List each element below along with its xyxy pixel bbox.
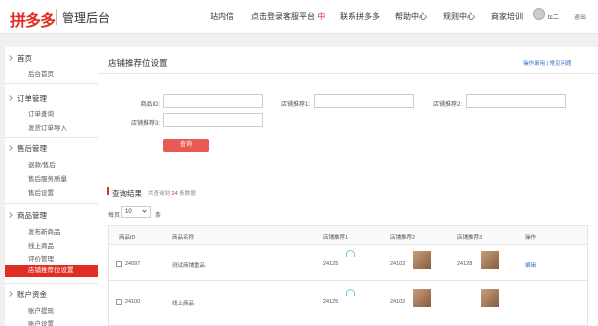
nav-training[interactable]: 商家培训: [491, 11, 523, 22]
row-goods-name: 线上商品: [172, 301, 195, 307]
signal-icon: [346, 250, 355, 257]
table-header: 商品ID 商品名称 店铺推荐1 店铺推荐2 店铺推荐3 操作: [108, 225, 588, 245]
sidebar-item-recommend-settings[interactable]: 店铺推荐位设置: [5, 265, 99, 277]
col-goods-name: 商品名称: [172, 235, 195, 241]
row-goods-id: 24097: [125, 261, 141, 267]
row-checkbox[interactable]: [116, 261, 122, 267]
sidebar-item-service-quality[interactable]: 售后服务质量: [28, 173, 67, 183]
sidebar-section-orders[interactable]: 订单管理: [17, 93, 47, 104]
sidebar-section-funds[interactable]: 账户资金: [17, 289, 47, 300]
sidebar-item-refunds[interactable]: 退款/售后: [28, 159, 56, 169]
product-thumbnail: [481, 251, 499, 269]
product-thumbnail: [413, 289, 431, 307]
sidebar-item-dashboard[interactable]: 后台首页: [28, 68, 54, 78]
rec3-input[interactable]: [163, 113, 263, 127]
chevron-right-icon: [7, 291, 13, 297]
query-button[interactable]: 查询: [163, 139, 209, 152]
logout-link[interactable]: 退出: [574, 12, 586, 21]
col-rec1: 店铺推荐1: [323, 235, 349, 241]
chevron-right-icon: [7, 212, 13, 218]
row-rec1: 24125: [323, 261, 339, 267]
logo-divider: [56, 9, 57, 25]
row-rec1: 24125: [323, 299, 339, 305]
results-count: 共查询到 24 条数据: [148, 189, 196, 197]
divider: [5, 137, 99, 138]
sidebar-item-order-query[interactable]: 订单查询: [28, 108, 54, 118]
nav-messages[interactable]: 站内信: [210, 11, 234, 22]
goods-id-input[interactable]: [163, 94, 263, 108]
rec3-label: 店铺推荐3:: [130, 121, 160, 127]
sidebar-item-withdraw[interactable]: 账户提现: [28, 305, 54, 315]
nav-help[interactable]: 帮助中心: [395, 11, 427, 22]
nav-customer-service-label: 点击登录客服平台: [251, 12, 315, 21]
row-goods-id: 24100: [125, 299, 141, 305]
divider: [5, 203, 99, 204]
sidebar-item-shipping-import[interactable]: 发货订单导入: [28, 122, 67, 132]
chevron-down-icon: [142, 208, 147, 213]
edit-link[interactable]: 编辑: [525, 261, 536, 269]
divider: [5, 83, 99, 84]
col-rec3: 店铺推荐3: [457, 235, 483, 241]
sidebar-section-home[interactable]: 首页: [17, 53, 32, 64]
logo[interactable]: 拼多多: [10, 7, 56, 31]
sidebar-section-aftersales[interactable]: 售后管理: [17, 143, 47, 154]
col-goods-id: 商品ID: [119, 235, 136, 241]
username: tc二: [548, 15, 559, 21]
sidebar-item-online-products[interactable]: 线上商品: [28, 240, 54, 250]
chevron-right-icon: [7, 95, 13, 101]
table-row: 24097 测试商铺重品 24125 24102 24128 编辑: [108, 245, 588, 281]
help-links[interactable]: 操作录用 | 常见问题: [523, 59, 572, 67]
table-row: 24100 线上商品 24125 24102: [108, 281, 588, 326]
per-page-select[interactable]: 10: [121, 206, 151, 218]
sidebar: 首页 后台首页 订单管理 订单查询 发货订单导入 售后管理 退款/售后 售后服务…: [5, 47, 99, 326]
results-count-suffix: 条数据: [179, 191, 196, 197]
avatar[interactable]: [533, 8, 545, 20]
sidebar-section-products[interactable]: 商品管理: [17, 210, 47, 221]
row-rec2: 24102: [390, 261, 406, 267]
row-rec3: 24128: [457, 261, 473, 267]
per-page-value: 10: [125, 209, 132, 215]
nav-customer-service[interactable]: 点击登录客服平台 中: [251, 11, 325, 22]
nav-rules[interactable]: 规则中心: [443, 11, 475, 22]
rec2-label: 店铺推荐2:: [432, 102, 462, 108]
row-checkbox[interactable]: [116, 299, 122, 305]
sidebar-item-reviews[interactable]: 评价管理: [28, 253, 54, 263]
app-title: 管理后台: [62, 11, 111, 25]
results-count-number: 24: [171, 191, 178, 197]
product-thumbnail: [481, 289, 499, 307]
divider: [5, 283, 99, 284]
page-title: 店铺推荐位设置: [108, 58, 168, 68]
rec1-input[interactable]: [314, 94, 414, 108]
section-marker: [107, 187, 109, 195]
chevron-right-icon: [7, 145, 13, 151]
chevron-right-icon: [7, 55, 13, 61]
top-bar: 拼多多 管理后台 站内信 点击登录客服平台 中 联系拼多多 帮助中心 规则中心 …: [0, 0, 598, 34]
row-rec2: 24102: [390, 299, 406, 305]
nav-contact[interactable]: 联系拼多多: [340, 11, 380, 22]
col-rec2: 店铺推荐2: [390, 235, 416, 241]
product-thumbnail: [413, 251, 431, 269]
rec1-label: 店铺推荐1:: [280, 102, 310, 108]
main-panel: 店铺推荐位设置 操作录用 | 常见问题 商品ID: 店铺推荐1: 店铺推荐2: …: [98, 47, 598, 326]
results-title: 查询结果: [112, 189, 142, 198]
per-page-unit: 条: [155, 213, 162, 219]
per-page-label: 每页: [108, 213, 121, 219]
sidebar-item-new-product[interactable]: 发布新商品: [28, 226, 61, 236]
col-actions: 操作: [525, 235, 537, 241]
divider: [98, 73, 598, 74]
sidebar-item-account-settings[interactable]: 账户设置: [28, 318, 54, 326]
nav-badge: 中: [317, 12, 326, 21]
results-count-prefix: 共查询到: [148, 191, 171, 197]
sidebar-item-aftersales-settings[interactable]: 售后设置: [28, 187, 54, 197]
row-goods-name: 测试商铺重品: [172, 263, 206, 269]
rec2-input[interactable]: [466, 94, 566, 108]
goods-id-label: 商品ID:: [140, 102, 160, 108]
signal-icon: [346, 289, 355, 296]
